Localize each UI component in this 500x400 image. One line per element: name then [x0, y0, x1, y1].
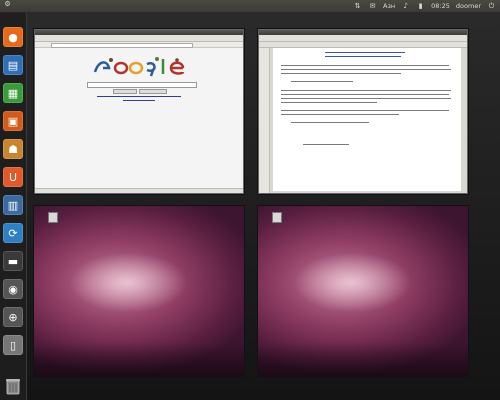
url-field[interactable] — [51, 43, 193, 48]
battery-icon[interactable]: ▮ — [416, 2, 425, 11]
doc-line — [303, 144, 349, 145]
network-icon[interactable]: ⇅ — [353, 2, 362, 11]
doc-line — [281, 90, 451, 91]
clock[interactable]: 08:25 — [431, 0, 450, 12]
doc-line — [281, 69, 451, 70]
terminal-icon: ▬ — [7, 254, 19, 268]
doc-line — [325, 52, 405, 53]
document-page[interactable] — [273, 48, 461, 191]
browser-statusbar — [35, 188, 243, 193]
dash-icon: ◉ — [8, 282, 18, 296]
doc-line — [281, 73, 401, 74]
feeling-lucky-button[interactable] — [139, 89, 167, 94]
workspace-1[interactable] — [33, 28, 245, 195]
doc-line — [291, 122, 369, 123]
update-manager-launcher[interactable]: ⟳ — [3, 223, 23, 243]
writer-window[interactable] — [258, 29, 468, 194]
footer-link-secondary[interactable] — [123, 100, 155, 101]
ubuntu-one-launcher[interactable]: U — [3, 167, 23, 187]
doc-line — [281, 102, 377, 103]
browser-navbar — [35, 42, 243, 48]
doc-line — [291, 81, 353, 82]
google-doodle[interactable] — [91, 56, 191, 78]
search-input[interactable] — [87, 82, 197, 88]
volume-icon[interactable]: ♪ — [401, 2, 410, 11]
footer-links[interactable] — [97, 96, 181, 97]
browser-window[interactable] — [34, 29, 244, 194]
writer-menubar — [259, 35, 467, 42]
launcher: ● ▤ ▦ ▣ ☗ U ▥ ⟳ ▬ ◉ ⊕ ▯ — [0, 13, 27, 400]
terminal-launcher[interactable]: ▬ — [3, 251, 23, 271]
usb-drive-launcher[interactable]: ▯ — [3, 335, 23, 355]
software-center-launcher[interactable]: ☗ — [3, 139, 23, 159]
workspace-4[interactable] — [257, 205, 469, 377]
workspace-3[interactable] — [33, 205, 245, 377]
calc-launcher[interactable]: ▦ — [3, 83, 23, 103]
ubuntu-one-icon: U — [8, 170, 18, 184]
workspace-2[interactable] — [257, 28, 469, 195]
browser-menubar — [35, 35, 243, 42]
doc-line — [281, 114, 399, 115]
doc-line — [281, 98, 451, 99]
doodle-image — [93, 57, 185, 77]
workspace-switcher-icon: ▥ — [7, 198, 19, 212]
workspace-shadow — [258, 342, 468, 376]
writer-icon: ▤ — [7, 58, 19, 72]
power-icon[interactable]: ⏻ — [487, 2, 496, 11]
usb-drive-icon: ▯ — [9, 338, 17, 352]
vertical-ruler — [259, 48, 270, 193]
update-manager-icon: ⟳ — [8, 226, 18, 240]
impress-launcher[interactable]: ▣ — [3, 111, 23, 131]
user-menu[interactable]: doomer — [456, 0, 481, 12]
calc-icon: ▦ — [7, 86, 19, 100]
messaging-icon[interactable]: ✉ — [368, 2, 377, 11]
google-search-button[interactable] — [113, 89, 137, 94]
search-icon: ⊕ — [8, 310, 18, 324]
keyboard-layout-indicator[interactable]: Азн — [383, 0, 395, 12]
firefox-launcher[interactable]: ● — [3, 27, 23, 47]
doc-line — [281, 65, 449, 66]
writer-launcher[interactable]: ▤ — [3, 55, 23, 75]
doc-line — [281, 110, 449, 111]
workspace-switcher-launcher[interactable]: ▥ — [3, 195, 23, 215]
dash-launcher[interactable]: ◉ — [3, 279, 23, 299]
indicator-area: ⇅ ✉ Азн ♪ ▮ 08:25 doomer ⏻ — [353, 0, 496, 12]
session-gear-icon[interactable]: ⚙ — [3, 0, 12, 9]
impress-icon: ▣ — [7, 114, 19, 128]
home-folder-icon[interactable] — [272, 212, 282, 223]
firefox-icon: ● — [8, 30, 18, 44]
top-panel: ⚙ ⇅ ✉ Азн ♪ ▮ 08:25 doomer ⏻ — [0, 0, 500, 13]
doc-line — [325, 56, 401, 57]
software-center-icon: ☗ — [8, 142, 18, 156]
trash-icon — [6, 379, 20, 395]
doc-line — [281, 94, 449, 95]
trash-launcher[interactable] — [5, 378, 21, 395]
home-folder-icon[interactable] — [48, 212, 58, 223]
search-launcher[interactable]: ⊕ — [3, 307, 23, 327]
workspace-shadow — [34, 342, 244, 376]
